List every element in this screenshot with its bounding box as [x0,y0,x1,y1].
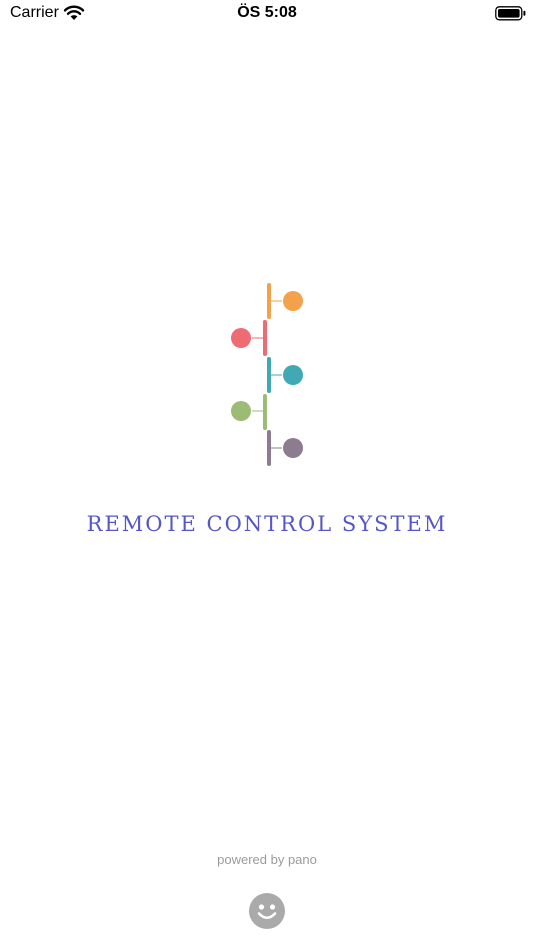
smiley-face-icon [249,893,285,929]
app-title: REMOTE CONTROL SYSTEM [86,512,448,536]
status-bar: Carrier ÖS 5:08 [0,0,534,28]
battery-icon [495,6,527,26]
powered-by-label: powered by pano [217,852,317,867]
status-time: ÖS 5:08 [237,4,297,21]
timeline-logo-icon [228,282,308,473]
